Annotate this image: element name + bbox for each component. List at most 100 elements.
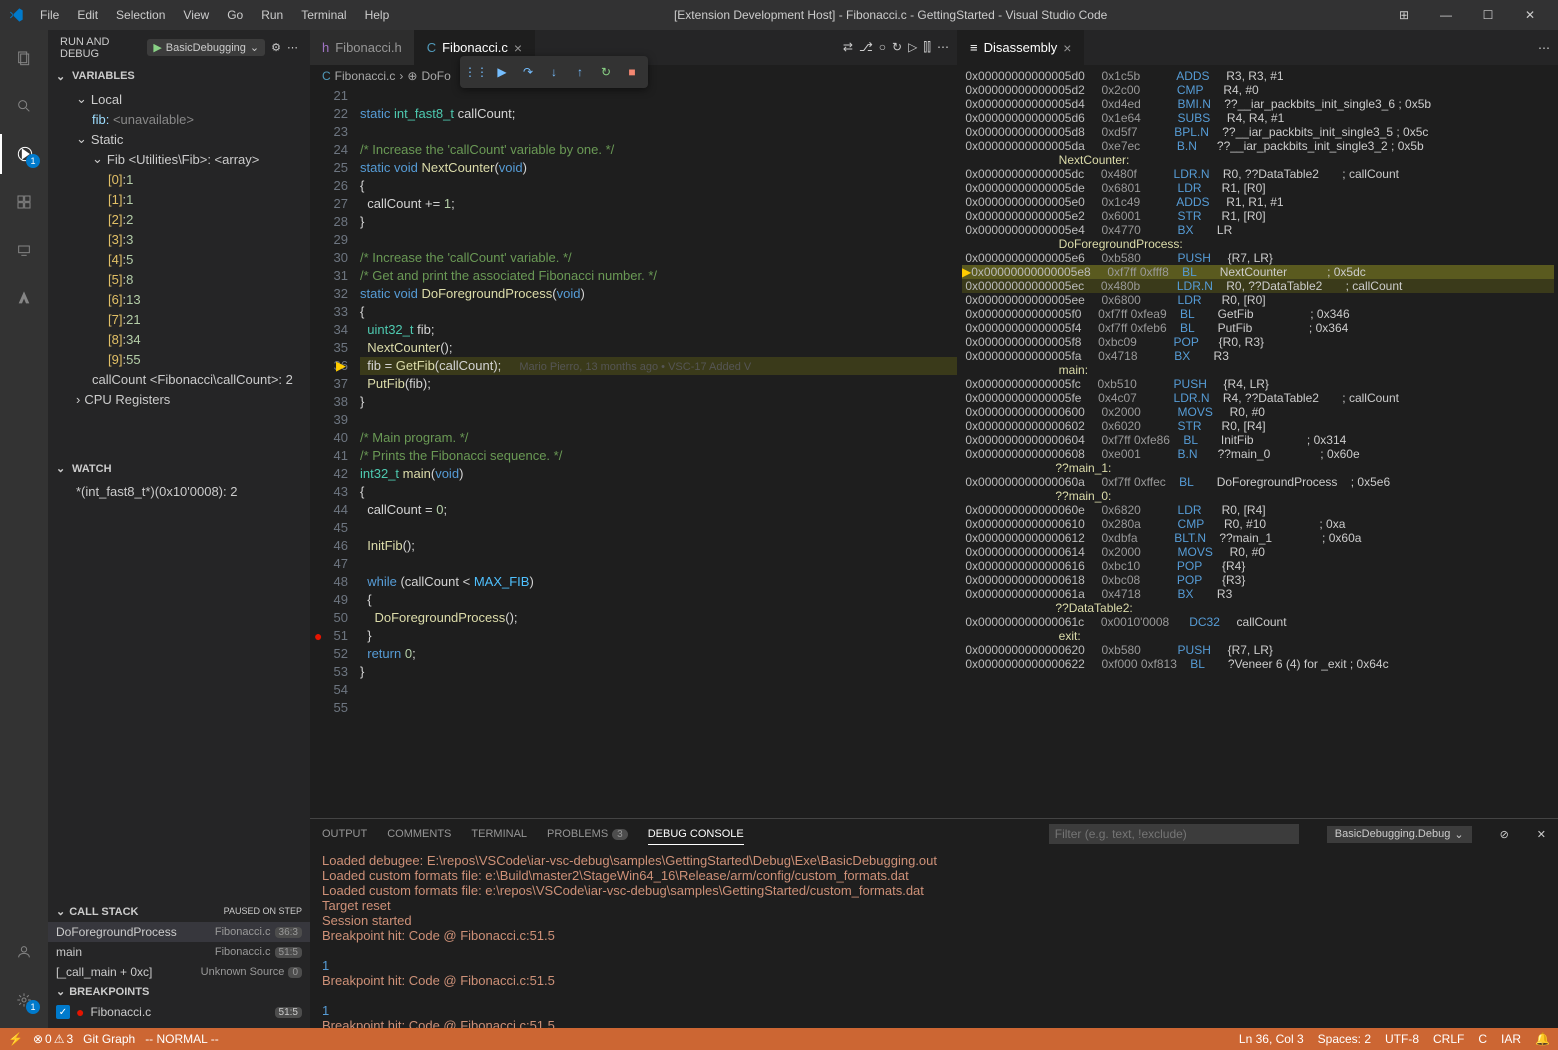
stackframe[interactable]: mainFibonacci.c51:5: [48, 942, 310, 962]
bottom-panel: OUTPUT COMMENTS TERMINAL PROBLEMS3 DEBUG…: [310, 818, 1558, 1028]
checkbox-icon[interactable]: ✓: [56, 1005, 70, 1019]
close-icon[interactable]: ✕: [1510, 0, 1550, 30]
remote-icon[interactable]: ⚡: [8, 1032, 23, 1046]
tab-fibonacci-h[interactable]: h Fibonacci.h: [310, 30, 415, 65]
array-item[interactable]: [4]: 5: [48, 249, 310, 269]
split-icon[interactable]: ⫿⫿: [923, 40, 931, 55]
callstack-header[interactable]: ⌄CALL STACK PAUSED ON STEP: [48, 900, 310, 922]
stackframe[interactable]: DoForegroundProcessFibonacci.c36:3: [48, 922, 310, 942]
step-out-icon[interactable]: ↑: [568, 60, 592, 84]
menu-run[interactable]: Run: [253, 4, 291, 26]
status-eol[interactable]: CRLF: [1433, 1032, 1464, 1046]
array-item[interactable]: [2]: 2: [48, 209, 310, 229]
array-item[interactable]: [8]: 34: [48, 329, 310, 349]
activity-atlassian[interactable]: [0, 278, 48, 318]
array-item[interactable]: [0]: 1: [48, 169, 310, 189]
circle-icon[interactable]: ○: [879, 40, 886, 55]
scope-cpu[interactable]: ›CPU Registers: [48, 389, 310, 409]
scope-static[interactable]: ⌄Static: [48, 129, 310, 149]
menu-help[interactable]: Help: [357, 4, 398, 26]
status-lang[interactable]: C: [1478, 1032, 1487, 1046]
grip-icon[interactable]: ⋮⋮: [464, 60, 488, 84]
play-tab-icon[interactable]: ▷: [908, 40, 917, 55]
layout-control-icon[interactable]: ⊞: [1384, 0, 1424, 30]
continue-icon[interactable]: ▶: [490, 60, 514, 84]
activity-search[interactable]: [0, 86, 48, 126]
panel-tab-output[interactable]: OUTPUT: [322, 824, 367, 844]
stackframe[interactable]: [_call_main + 0xc]Unknown Source0: [48, 962, 310, 982]
var-fib[interactable]: fib: <unavailable>: [48, 109, 310, 129]
panel-tab-comments[interactable]: COMMENTS: [387, 824, 451, 844]
step-into-icon[interactable]: ↓: [542, 60, 566, 84]
array-item[interactable]: [5]: 8: [48, 269, 310, 289]
compare-icon[interactable]: ⇄: [843, 40, 853, 55]
menu-edit[interactable]: Edit: [69, 4, 106, 26]
debug-toolbar: ⋮⋮ ▶ ↷ ↓ ↑ ↻ ■: [460, 56, 648, 88]
file-c-icon: C: [322, 69, 331, 83]
variables-section: ⌄ VARIABLES ⌄Local fib: <unavailable> ⌄S…: [48, 65, 310, 458]
status-cursor[interactable]: Ln 36, Col 3: [1239, 1032, 1304, 1046]
activity-settings[interactable]: 1: [0, 980, 48, 1020]
stop-icon[interactable]: ■: [620, 60, 644, 84]
debug-console-output[interactable]: Loaded debugee: E:\repos\VSCode\iar-vsc-…: [310, 849, 1558, 1028]
close-tab-icon[interactable]: ×: [1063, 40, 1071, 56]
menu-bar: File Edit Selection View Go Run Terminal…: [32, 4, 397, 26]
var-fib-array[interactable]: ⌄Fib <Utilities\Fib>: <array>: [48, 149, 310, 169]
breakpoint-item[interactable]: ✓ ● Fibonacci.c 51:5: [48, 1002, 310, 1022]
panel-tab-terminal[interactable]: TERMINAL: [471, 824, 527, 844]
callstack-status: PAUSED ON STEP: [224, 906, 302, 916]
watch-item[interactable]: *(int_fast8_t*)(0x10'0008): 2: [48, 482, 310, 502]
array-item[interactable]: [7]: 21: [48, 309, 310, 329]
editor-content[interactable]: 2122232425262728293031323334353637383940…: [310, 87, 957, 818]
panel-tab-problems[interactable]: PROBLEMS3: [547, 824, 628, 844]
status-git[interactable]: Git Graph: [83, 1032, 135, 1046]
step-over-icon[interactable]: ↷: [516, 60, 540, 84]
close-tab-icon[interactable]: ×: [514, 40, 522, 56]
menu-view[interactable]: View: [175, 4, 217, 26]
close-panel-icon[interactable]: ✕: [1537, 828, 1546, 841]
status-problems[interactable]: ⊗0 ⚠3: [33, 1032, 73, 1046]
activity-bar: 1 1: [0, 30, 48, 1028]
scope-local[interactable]: ⌄Local: [48, 89, 310, 109]
menu-file[interactable]: File: [32, 4, 67, 26]
panel-filter-input[interactable]: [1049, 824, 1299, 844]
menu-selection[interactable]: Selection: [108, 4, 173, 26]
activity-extensions[interactable]: [0, 182, 48, 222]
activity-remote[interactable]: [0, 230, 48, 270]
maximize-icon[interactable]: ☐: [1468, 0, 1508, 30]
more-tab-icon[interactable]: ⋯: [1538, 41, 1550, 55]
clear-icon[interactable]: ⊘: [1500, 828, 1509, 841]
array-item[interactable]: [3]: 3: [48, 229, 310, 249]
menu-terminal[interactable]: Terminal: [293, 4, 354, 26]
settings-badge: 1: [26, 1000, 40, 1014]
array-item[interactable]: [9]: 55: [48, 349, 310, 369]
bell-icon[interactable]: 🔔: [1535, 1032, 1550, 1046]
restart-icon[interactable]: ↻: [594, 60, 618, 84]
panel-session-select[interactable]: BasicDebugging.Debug⌄: [1327, 826, 1472, 843]
array-item[interactable]: [1]: 1: [48, 189, 310, 209]
more-icon[interactable]: ⋯: [287, 41, 298, 54]
debug-config-select[interactable]: ▶ BasicDebugging ⌄: [147, 39, 265, 56]
menu-go[interactable]: Go: [219, 4, 251, 26]
status-spaces[interactable]: Spaces: 2: [1318, 1032, 1371, 1046]
gear-icon[interactable]: ⚙: [271, 41, 281, 54]
status-vendor[interactable]: IAR: [1501, 1032, 1521, 1046]
disassembly-content[interactable]: 0x00000000000005d0 0x1c5b ADDS R3, R3, #…: [958, 65, 1558, 818]
minimize-icon[interactable]: —: [1426, 0, 1466, 30]
symbol-icon: ⊕: [407, 69, 417, 83]
var-callcount[interactable]: callCount <Fibonacci\callCount>: 2: [48, 369, 310, 389]
play-icon: ▶: [153, 41, 161, 54]
branch-icon[interactable]: ⎇: [859, 40, 873, 55]
variables-header[interactable]: ⌄ VARIABLES: [48, 65, 310, 87]
more-tab-icon[interactable]: ⋯: [937, 40, 949, 55]
panel-tab-debug-console[interactable]: DEBUG CONSOLE: [648, 824, 744, 845]
status-encoding[interactable]: UTF-8: [1385, 1032, 1419, 1046]
activity-account[interactable]: [0, 932, 48, 972]
activity-debug[interactable]: 1: [0, 134, 48, 174]
array-item[interactable]: [6]: 13: [48, 289, 310, 309]
tab-disassembly[interactable]: ≡ Disassembly ×: [958, 30, 1084, 65]
watch-header[interactable]: ⌄ WATCH: [48, 458, 310, 480]
activity-explorer[interactable]: [0, 38, 48, 78]
refresh-icon[interactable]: ↻: [892, 40, 902, 55]
breakpoints-header[interactable]: ⌄BREAKPOINTS: [48, 980, 310, 1002]
